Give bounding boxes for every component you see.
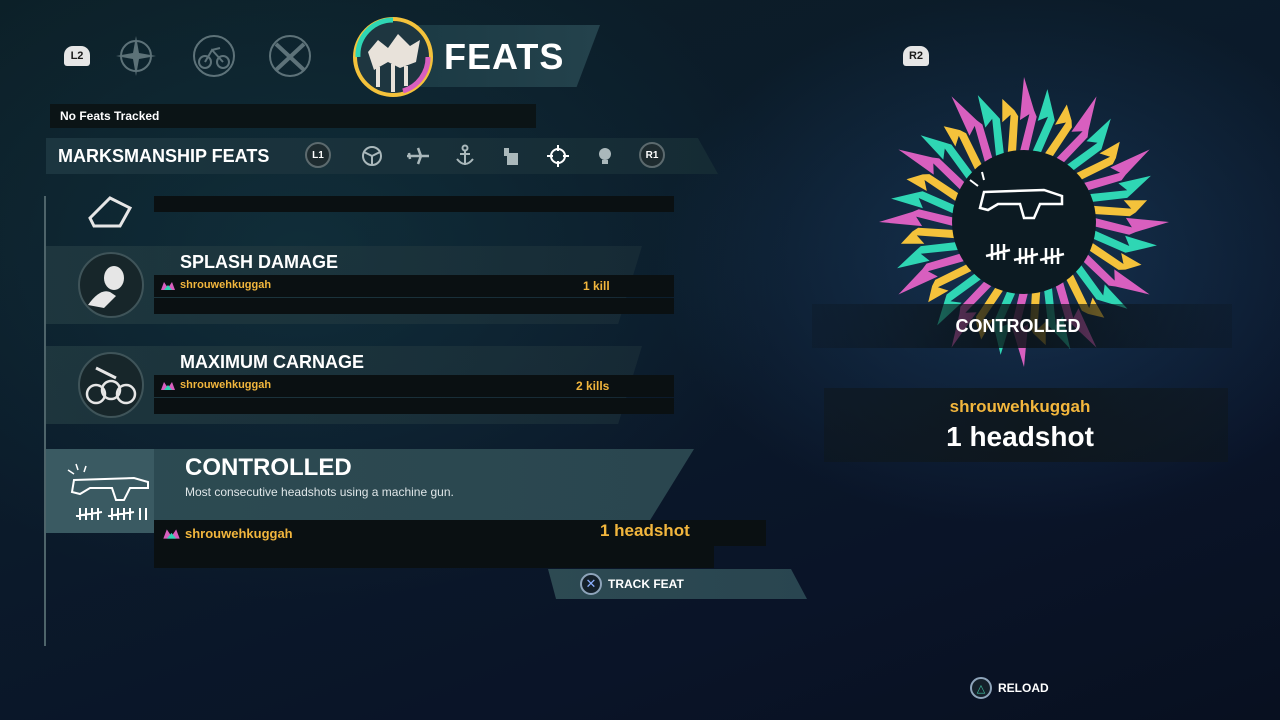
hand-icon[interactable]: [499, 143, 525, 169]
tracked-status: No Feats Tracked: [50, 104, 536, 128]
grenade-hand-icon: [78, 252, 144, 318]
player-icon: [161, 382, 175, 390]
bulb-icon[interactable]: [592, 143, 618, 169]
cross-button-icon: ✕: [580, 573, 602, 595]
l2-bumper-button[interactable]: L2: [64, 46, 90, 66]
player-icon: [161, 282, 175, 290]
reload-button[interactable]: RELOAD: [998, 681, 1049, 695]
crosshair-icon[interactable]: [545, 143, 571, 169]
burst-spike: [1002, 98, 1019, 154]
burst-spike: [1019, 77, 1037, 153]
r1-button[interactable]: R1: [639, 142, 665, 168]
detail-score: 1 headshot: [946, 421, 1094, 452]
track-feat-label[interactable]: TRACK FEAT: [608, 577, 684, 591]
l1-button[interactable]: L1: [305, 142, 331, 168]
partial-feat-icon: [88, 196, 133, 228]
burst-spike: [1093, 217, 1169, 235]
category-title: MARKSMANSHIP FEATS: [58, 146, 270, 166]
r2-bumper-button[interactable]: R2: [903, 46, 929, 66]
crossed-guns-icon[interactable]: [266, 32, 314, 80]
detail-player: shrouwehkuggah: [949, 397, 1091, 416]
skulls-icon: [78, 352, 144, 418]
feat-name: MAXIMUM CARNAGE: [180, 352, 364, 372]
anchor-icon[interactable]: [452, 143, 478, 169]
feat-player: shrouwehkuggah: [180, 279, 272, 291]
feat-player: shrouwehkuggah: [180, 379, 272, 391]
steering-wheel-icon[interactable]: [359, 143, 385, 169]
selected-feat-score: 1 headshot: [600, 521, 690, 540]
machine-gun-icon: [67, 463, 149, 520]
triangle-button-icon: △: [970, 677, 992, 699]
detail-feat-name: CONTROLLED: [955, 316, 1081, 336]
compass-icon[interactable]: [112, 32, 160, 80]
burst-spike: [900, 227, 956, 244]
player-icon: [163, 529, 180, 539]
list-scrollbar[interactable]: [44, 196, 46, 646]
selected-feat-player: shrouwehkuggah: [185, 526, 293, 541]
plane-icon[interactable]: [405, 143, 431, 169]
list-item-partial: [154, 196, 674, 212]
feat-score: 1 kill: [583, 279, 610, 293]
burst-spike: [879, 209, 955, 227]
feats-logo-icon: [353, 17, 433, 97]
bike-icon[interactable]: [190, 32, 238, 80]
page-title: FEATS: [444, 36, 565, 77]
selected-feat-description: Most consecutive headshots using a machi…: [185, 485, 454, 499]
selected-feat-name: CONTROLLED: [185, 454, 352, 481]
feat-name: SPLASH DAMAGE: [180, 252, 339, 272]
burst-spike: [1092, 200, 1148, 217]
feat-score: 2 kills: [576, 379, 610, 393]
